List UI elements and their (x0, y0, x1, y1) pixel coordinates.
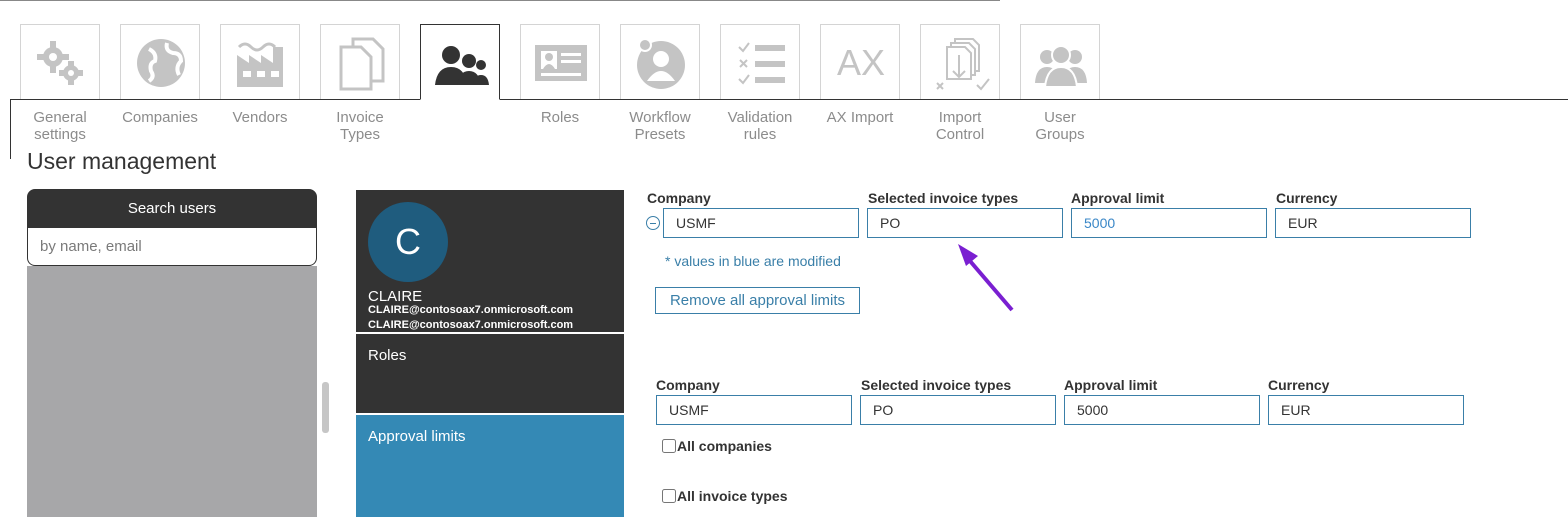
page-title: User management (27, 148, 217, 174)
new-limit-header-approval-limit: Approval limit (1064, 377, 1158, 393)
tab-invoice-types[interactable] (320, 24, 400, 100)
user-circle-icon (637, 38, 685, 89)
avatar: C (368, 202, 448, 282)
scrollbar-thumb[interactable] (322, 382, 329, 433)
modified-values-note: * values in blue are modified (665, 253, 841, 269)
gears-icon (37, 41, 83, 85)
all-invoice-types-label: All invoice types (677, 488, 788, 504)
tab-vendors[interactable] (220, 24, 300, 100)
all-companies-option[interactable]: All companies (662, 438, 772, 454)
search-input[interactable] (27, 228, 317, 266)
id-card-icon (535, 45, 587, 81)
tab-companies[interactable] (120, 24, 200, 100)
tab-workflow-presets[interactable] (620, 24, 700, 100)
tab-roles[interactable] (520, 24, 600, 100)
tab-label-ax-import[interactable]: AX Import (810, 109, 910, 126)
documents-icon (339, 37, 385, 91)
currency-field[interactable]: EUR (1275, 208, 1471, 238)
tab-label-import-control[interactable]: Import Control (910, 109, 1010, 143)
menu-item-approval-limits[interactable]: Approval limits (356, 415, 624, 517)
column-header-approval-limit: Approval limit (1071, 190, 1165, 206)
tab-label-user-groups[interactable]: User Groups (1010, 109, 1110, 143)
all-invoice-types-option[interactable]: All invoice types (662, 488, 787, 504)
tab-general-settings[interactable] (20, 24, 100, 100)
approval-limit-field[interactable]: 5000 (1071, 208, 1267, 238)
annotation-arrow (958, 244, 1014, 312)
company-field[interactable]: USMF (663, 208, 859, 238)
new-invoice-types-field[interactable]: PO (860, 395, 1056, 425)
tab-label-roles[interactable]: Roles (510, 109, 610, 126)
new-company-field[interactable]: USMF (656, 395, 852, 425)
new-approval-limit-field[interactable]: 5000 (1064, 395, 1260, 425)
menu-item-roles[interactable]: Roles (356, 334, 624, 413)
import-docs-icon (936, 38, 990, 91)
users-icon (435, 46, 489, 85)
ax-icon: AX (837, 42, 885, 83)
tab-label-validation-rules[interactable]: Validation rules (710, 109, 810, 143)
search-header: Search users (27, 189, 317, 228)
tab-user-management[interactable] (420, 24, 500, 100)
remove-row-icon[interactable] (646, 216, 660, 230)
tab-label-companies[interactable]: Companies (110, 109, 210, 126)
globe-icon (137, 39, 185, 87)
column-header-company: Company (647, 190, 711, 206)
tab-label-general-settings[interactable]: General settings (10, 109, 110, 143)
column-header-currency: Currency (1276, 190, 1338, 206)
tab-user-groups[interactable] (1020, 24, 1100, 100)
tab-label-invoice-types[interactable]: Invoice Types (310, 109, 410, 143)
new-limit-header-company: Company (656, 377, 720, 393)
top-rule (0, 0, 1000, 1)
svg-text:AX: AX (837, 42, 885, 83)
tab-baseline (10, 99, 1568, 100)
new-limit-header-currency: Currency (1268, 377, 1330, 393)
remove-all-approval-limits-button[interactable]: Remove all approval limits (655, 287, 860, 314)
tab-label-vendors[interactable]: Vendors (210, 109, 310, 126)
new-currency-field[interactable]: EUR (1268, 395, 1464, 425)
checklist-icon (738, 42, 785, 85)
user-group-icon (1035, 45, 1087, 88)
column-header-invoice-types: Selected invoice types (868, 190, 1019, 206)
tab-validation-rules[interactable] (720, 24, 800, 100)
all-companies-checkbox[interactable] (662, 439, 676, 453)
all-invoice-types-checkbox[interactable] (662, 489, 676, 503)
tab-import-control[interactable] (920, 24, 1000, 100)
user-name: CLAIRE (368, 288, 423, 305)
user-card: C CLAIRE CLAIRE@contosoax7.onmicrosoft.c… (356, 190, 624, 332)
factory-icon (237, 42, 283, 87)
tab-label-workflow-presets[interactable]: Workflow Presets (610, 109, 710, 143)
user-email: CLAIRE@contosoax7.onmicrosoft.com (368, 304, 574, 316)
all-companies-label: All companies (677, 438, 772, 454)
tab-ax-import[interactable]: AX (820, 24, 900, 100)
user-email-secondary: CLAIRE@contosoax7.onmicrosoft.com (368, 319, 574, 331)
new-limit-header-invoice-types: Selected invoice types (861, 377, 1012, 393)
search-results-list[interactable] (27, 266, 317, 517)
search-panel: Search users (27, 189, 317, 266)
